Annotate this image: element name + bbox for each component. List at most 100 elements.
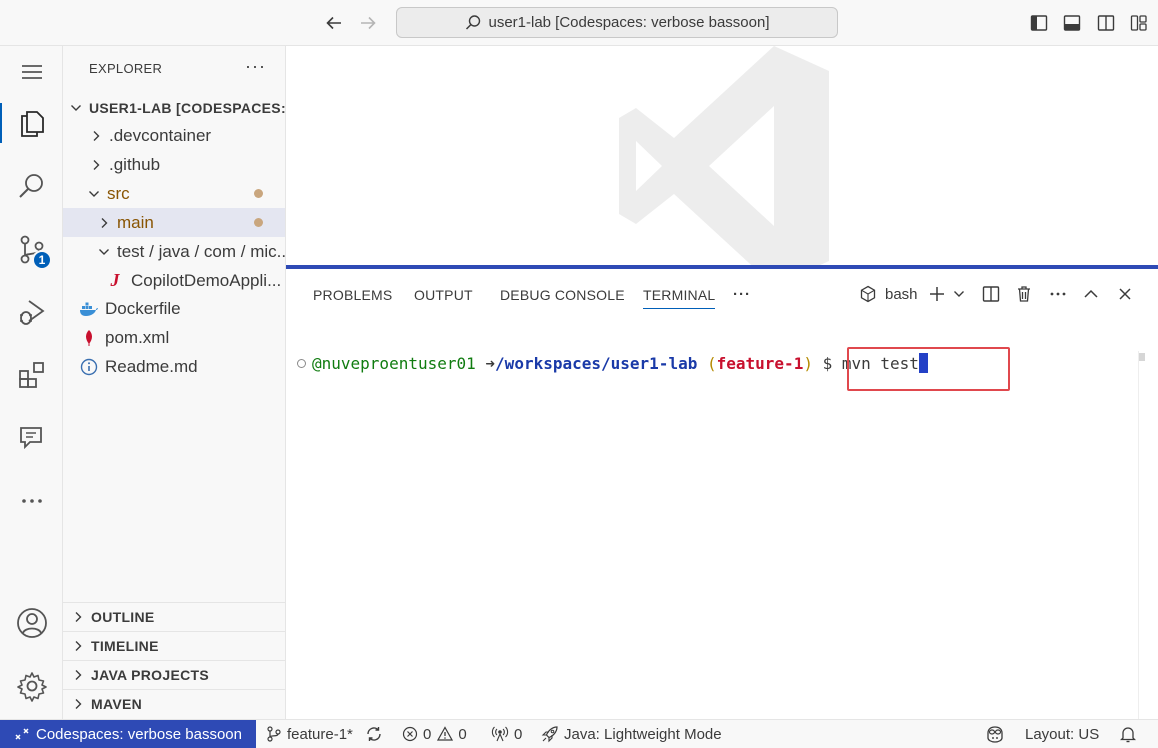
toggle-secondary-sidebar-icon[interactable] <box>1095 12 1117 34</box>
tree-item-readme[interactable]: Readme.md <box>63 352 285 381</box>
docker-whale-icon <box>79 301 99 317</box>
terminal-branch-close: ) <box>803 354 813 373</box>
terminal-scrollbar-thumb[interactable] <box>1139 353 1145 361</box>
new-terminal-plus-icon[interactable] <box>928 283 946 305</box>
tree-item-src[interactable]: src <box>63 179 285 208</box>
terminal-user: @nuveproentuser01 <box>312 354 476 373</box>
notifications-bell-icon[interactable] <box>1120 720 1141 748</box>
source-control-badge: 1 <box>32 250 52 270</box>
tree-item-devcontainer[interactable]: .devcontainer <box>63 121 285 150</box>
tree-item-copilot-demo[interactable]: J CopilotDemoAppli... <box>63 266 285 295</box>
workspace-root-label: USER1-LAB [CODESPACES:... <box>89 99 285 116</box>
settings-gear-icon[interactable] <box>0 660 63 712</box>
section-maven[interactable]: MAVEN <box>63 689 285 718</box>
search-icon[interactable] <box>0 160 63 212</box>
keyboard-layout[interactable]: Layout: US <box>1025 720 1099 748</box>
problems-indicator[interactable]: 0 0 <box>402 720 467 748</box>
forward-arrow-icon[interactable] <box>357 12 379 34</box>
ports-indicator[interactable]: 0 <box>491 720 522 748</box>
command-decoration-icon <box>297 359 306 368</box>
ports-count: 0 <box>514 725 523 743</box>
maven-feather-icon <box>79 329 99 347</box>
tab-problems[interactable]: PROBLEMS <box>313 287 392 303</box>
warning-icon <box>437 726 454 741</box>
tree-item-dockerfile[interactable]: Dockerfile <box>63 294 285 323</box>
terminal-branch-open: ( <box>706 354 717 373</box>
command-center-label: user1-lab [Codespaces: verbose bassoon] <box>488 14 770 31</box>
tab-debug-console[interactable]: DEBUG CONSOLE <box>500 287 625 303</box>
accounts-icon[interactable] <box>0 597 63 649</box>
terminal-scrollbar-track[interactable] <box>1138 351 1139 721</box>
remote-icon <box>15 728 29 740</box>
split-terminal-icon[interactable] <box>982 283 1000 305</box>
highlight-box <box>847 347 1010 391</box>
terminal-prompt-line[interactable]: @nuveproentuser01 ➜/workspaces/user1-lab… <box>312 353 928 373</box>
explorer-more-actions[interactable]: ··· <box>245 56 266 77</box>
customize-layout-icon[interactable] <box>1128 12 1150 34</box>
modified-dot-icon <box>254 218 263 227</box>
panel-more-actions-icon[interactable] <box>1048 283 1068 305</box>
title-bar: user1-lab [Codespaces: verbose bassoon] <box>0 0 1158 46</box>
tree-item-label: pom.xml <box>105 327 170 347</box>
explorer-files-icon[interactable] <box>0 97 63 149</box>
toggle-panel-icon[interactable] <box>1061 12 1083 34</box>
section-timeline[interactable]: TIMELINE <box>63 631 285 660</box>
branch-label: feature-1* <box>287 725 353 743</box>
section-label: JAVA PROJECTS <box>91 667 209 683</box>
run-and-debug-icon[interactable] <box>0 286 63 338</box>
terminal-path: /workspaces/user1-lab <box>495 354 698 373</box>
maximize-panel-chevron-up-icon[interactable] <box>1083 283 1099 305</box>
tree-item-github[interactable]: .github <box>63 150 285 179</box>
sync-icon[interactable] <box>365 720 388 748</box>
chevron-right-icon <box>89 158 103 172</box>
tab-terminal[interactable]: TERMINAL <box>643 287 716 309</box>
source-control-icon[interactable]: 1 <box>0 223 63 275</box>
back-arrow-icon[interactable] <box>323 12 345 34</box>
modified-dot-icon <box>254 189 263 198</box>
section-label: OUTLINE <box>91 609 155 625</box>
toggle-primary-sidebar-icon[interactable] <box>1028 12 1050 34</box>
menu-icon[interactable] <box>0 46 63 98</box>
tree-item-label: .github <box>109 154 161 174</box>
terminal-shell-selector[interactable]: bash <box>859 283 918 305</box>
more-views-icon[interactable] <box>0 475 63 527</box>
java-status[interactable]: Java: Lightweight Mode <box>541 720 722 748</box>
java-status-label: Java: Lightweight Mode <box>564 725 722 743</box>
git-branch-icon <box>267 726 281 742</box>
chevron-down-icon <box>87 187 101 201</box>
copilot-icon[interactable] <box>985 720 1010 748</box>
kill-terminal-trash-icon[interactable] <box>1015 283 1033 305</box>
chevron-right-icon <box>89 129 103 143</box>
search-icon <box>466 14 481 30</box>
editor-area <box>286 46 1158 265</box>
tree-item-main[interactable]: main <box>63 208 285 237</box>
tree-item-label: .devcontainer <box>109 125 212 145</box>
section-outline[interactable]: OUTLINE <box>63 602 285 631</box>
tree-item-pom[interactable]: pom.xml <box>63 323 285 352</box>
tab-output[interactable]: OUTPUT <box>414 287 473 303</box>
tree-item-test-java-com[interactable]: test / java / com / mic... <box>63 237 285 266</box>
vscode-logo-watermark-icon <box>619 46 829 265</box>
tree-item-label: src <box>107 183 130 203</box>
warnings-count: 0 <box>458 725 467 743</box>
chat-icon[interactable] <box>0 412 63 464</box>
section-java-projects[interactable]: JAVA PROJECTS <box>63 660 285 689</box>
close-panel-icon[interactable] <box>1117 283 1133 305</box>
command-center-search[interactable]: user1-lab [Codespaces: verbose bassoon] <box>396 7 838 38</box>
branch-indicator[interactable]: feature-1* <box>266 720 353 748</box>
explorer-sidebar: EXPLORER ··· USER1-LAB [CODESPACES:... .… <box>63 46 286 719</box>
chevron-down-icon[interactable] <box>953 283 965 305</box>
chevron-right-icon <box>71 639 85 653</box>
terminal-shell-name: bash <box>885 285 918 303</box>
tree-item-label: Readme.md <box>105 356 198 376</box>
error-icon <box>402 726 418 742</box>
remote-indicator[interactable]: Codespaces: verbose bassoon <box>0 720 256 748</box>
status-bar: Codespaces: verbose bassoon feature-1* 0… <box>0 719 1158 748</box>
terminal-arrow: ➜ <box>485 354 496 373</box>
workspace-root[interactable]: USER1-LAB [CODESPACES:... <box>63 93 285 122</box>
rocket-icon <box>541 726 558 743</box>
broadcast-icon <box>491 726 509 742</box>
panel-more-tabs[interactable]: ··· <box>733 283 751 305</box>
extensions-icon[interactable] <box>0 349 63 401</box>
java-file-icon: J <box>110 270 120 290</box>
